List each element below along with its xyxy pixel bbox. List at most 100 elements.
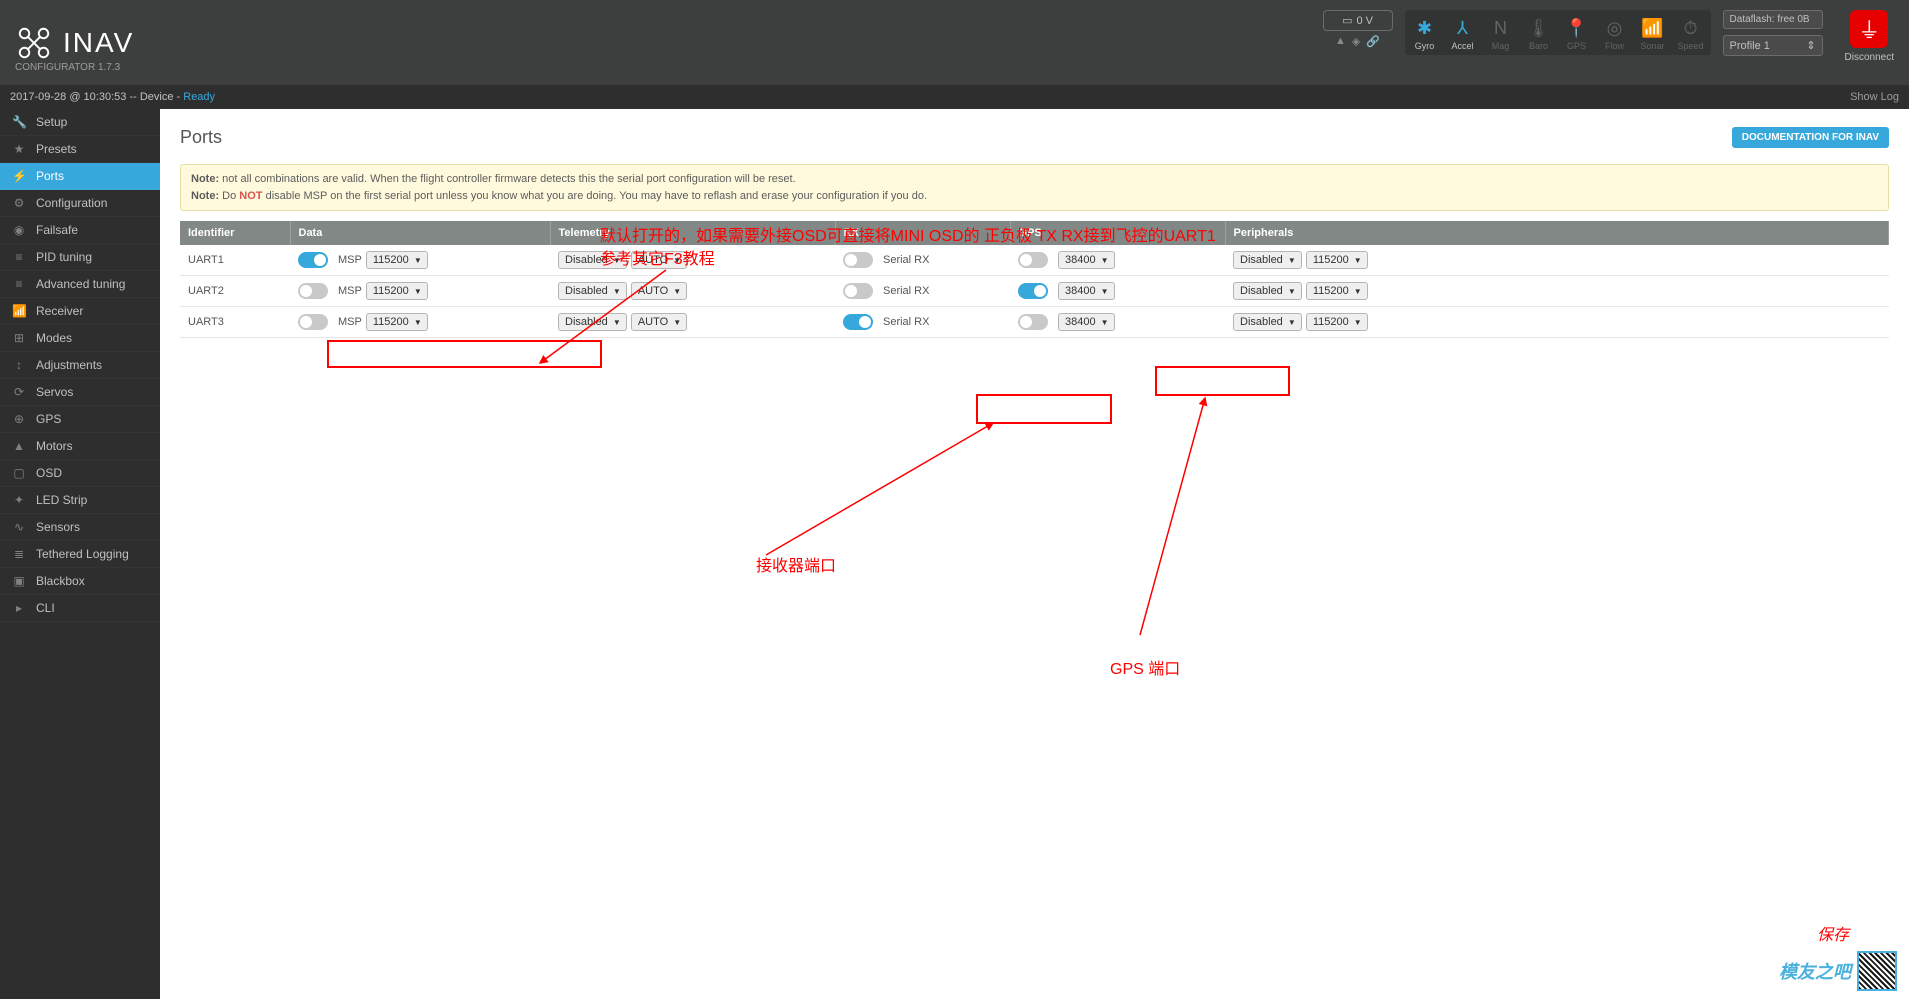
toggle[interactable] xyxy=(1018,314,1048,330)
sidebar-item-label: Presets xyxy=(36,142,77,156)
status-bar: 2017-09-28 @ 10:30:53 -- Device - Ready … xyxy=(0,85,1909,109)
select[interactable]: Disabled xyxy=(558,313,627,331)
globe-icon: ⊕ xyxy=(12,412,26,426)
show-log-link[interactable]: Show Log xyxy=(1850,91,1899,103)
select[interactable]: Disabled xyxy=(558,251,627,269)
diamond-icon: ◈ xyxy=(1352,35,1360,48)
led-icon: ✦ xyxy=(12,493,26,507)
sidebar-item-cli[interactable]: ▸CLI xyxy=(0,595,160,622)
sidebar-item-tethered-logging[interactable]: ≣Tethered Logging xyxy=(0,541,160,568)
sidebar-item-presets[interactable]: ★Presets xyxy=(0,136,160,163)
th-rx: RX xyxy=(835,221,1010,245)
cell-peripherals: Disabled 115200 xyxy=(1225,276,1889,307)
toggle[interactable] xyxy=(1018,283,1048,299)
sidebar-item-sensors[interactable]: ∿Sensors xyxy=(0,514,160,541)
disconnect-label: Disconnect xyxy=(1845,52,1894,63)
select[interactable]: 115200 xyxy=(366,282,428,300)
plug-icon: ⚡ xyxy=(12,169,26,183)
gear-icon: ⚙ xyxy=(12,196,26,210)
logo-block: INAV xyxy=(15,24,134,62)
select[interactable]: Disabled xyxy=(1233,282,1302,300)
toggle[interactable] xyxy=(298,252,328,268)
sidebar-item-modes[interactable]: ⊞Modes xyxy=(0,325,160,352)
sidebar-item-pid-tuning[interactable]: ≡PID tuning xyxy=(0,244,160,271)
cell-identifier: UART2 xyxy=(180,276,290,307)
sidebar-item-failsafe[interactable]: ◉Failsafe xyxy=(0,217,160,244)
sensor-icon: N xyxy=(1494,18,1507,39)
sidebar-item-label: Failsafe xyxy=(36,223,78,237)
status-timestamp: 2017-09-28 @ 10:30:53 xyxy=(10,91,126,103)
msp-label: MSP xyxy=(338,285,362,297)
toggle[interactable] xyxy=(843,283,873,299)
serialrx-label: Serial RX xyxy=(883,316,929,328)
usb-disconnect-icon[interactable]: ⏚ xyxy=(1850,10,1888,48)
dataflash-profile-block: Dataflash: free 0B Profile 1 ⇕ xyxy=(1723,10,1823,56)
select[interactable]: 115200 xyxy=(366,251,428,269)
sidebar-item-advanced-tuning[interactable]: ≡Advanced tuning xyxy=(0,271,160,298)
wrench-icon: 🔧 xyxy=(12,115,26,129)
page-title: Ports xyxy=(180,127,222,148)
sidebar-item-gps[interactable]: ⊕GPS xyxy=(0,406,160,433)
sidebar-item-receiver[interactable]: 📶Receiver xyxy=(0,298,160,325)
sidebar-item-label: Modes xyxy=(36,331,72,345)
sidebar-item-label: Advanced tuning xyxy=(36,277,125,291)
select[interactable]: 38400 xyxy=(1058,251,1115,269)
sidebar-item-blackbox[interactable]: ▣Blackbox xyxy=(0,568,160,595)
select[interactable]: AUTO xyxy=(631,282,687,300)
sidebar-item-motors[interactable]: ▲Motors xyxy=(0,433,160,460)
select[interactable]: AUTO xyxy=(631,251,687,269)
sensor-group: ✱Gyro⅄AccelNMag🌡Baro📍GPS◎Flow📶Sonar⏱Spee… xyxy=(1405,10,1711,55)
select[interactable]: Disabled xyxy=(1233,313,1302,331)
sensor-flow: ◎Flow xyxy=(1597,12,1633,53)
sensor-label: Baro xyxy=(1529,41,1548,51)
disconnect-block[interactable]: ⏚ Disconnect xyxy=(1845,10,1894,63)
select[interactable]: 115200 xyxy=(1306,251,1368,269)
status-device: Device xyxy=(140,91,174,103)
toggle[interactable] xyxy=(298,314,328,330)
sidebar-item-setup[interactable]: 🔧Setup xyxy=(0,109,160,136)
sensor-mag: NMag xyxy=(1483,12,1519,53)
th-telemetry: Telemetry xyxy=(550,221,835,245)
select[interactable]: AUTO xyxy=(631,313,687,331)
sidebar-item-label: Servos xyxy=(36,385,73,399)
cell-rx: Serial RX xyxy=(835,276,1010,307)
sensor-label: GPS xyxy=(1567,41,1586,51)
select[interactable]: 38400 xyxy=(1058,282,1115,300)
th-data: Data xyxy=(290,221,550,245)
table-row: UART2MSP 115200Disabled AUTOSerial RX 38… xyxy=(180,276,1889,307)
adjust-icon: ↕ xyxy=(12,358,26,372)
documentation-button[interactable]: DOCUMENTATION FOR INAV xyxy=(1732,127,1889,148)
profile-select[interactable]: Profile 1 ⇕ xyxy=(1723,35,1823,56)
toggle[interactable] xyxy=(298,283,328,299)
select[interactable]: Disabled xyxy=(1233,251,1302,269)
sidebar-item-configuration[interactable]: ⚙Configuration xyxy=(0,190,160,217)
warning-icon: ▲ xyxy=(1335,35,1346,48)
sidebar-item-ports[interactable]: ⚡Ports xyxy=(0,163,160,190)
select[interactable]: 115200 xyxy=(1306,282,1368,300)
toggle[interactable] xyxy=(843,252,873,268)
cell-identifier: UART1 xyxy=(180,245,290,276)
sensor-speed: ⏱Speed xyxy=(1673,12,1709,53)
msp-label: MSP xyxy=(338,316,362,328)
box-icon: ▣ xyxy=(12,574,26,588)
voltage-block: ▭0 V ▲ ◈ 🔗 xyxy=(1323,10,1393,48)
select[interactable]: 38400 xyxy=(1058,313,1115,331)
select[interactable]: 115200 xyxy=(1306,313,1368,331)
sidebar-item-servos[interactable]: ⟳Servos xyxy=(0,379,160,406)
status-left: 2017-09-28 @ 10:30:53 -- Device - Ready xyxy=(10,91,215,103)
toggle[interactable] xyxy=(1018,252,1048,268)
voltage-value: 0 V xyxy=(1356,15,1373,27)
sidebar-item-led-strip[interactable]: ✦LED Strip xyxy=(0,487,160,514)
note2-label: Note: xyxy=(191,190,219,202)
app-name: INAV xyxy=(63,27,134,59)
sidebar-item-adjustments[interactable]: ↕Adjustments xyxy=(0,352,160,379)
sidebar-item-label: CLI xyxy=(36,601,55,615)
toggle[interactable] xyxy=(843,314,873,330)
select[interactable]: Disabled xyxy=(558,282,627,300)
cell-rx: Serial RX xyxy=(835,245,1010,276)
updown-icon: ⇕ xyxy=(1806,39,1815,52)
sidebar-item-osd[interactable]: ▢OSD xyxy=(0,460,160,487)
select[interactable]: 115200 xyxy=(366,313,428,331)
status-ready: Ready xyxy=(183,91,215,103)
battery-icon: ▭ xyxy=(1342,14,1352,27)
